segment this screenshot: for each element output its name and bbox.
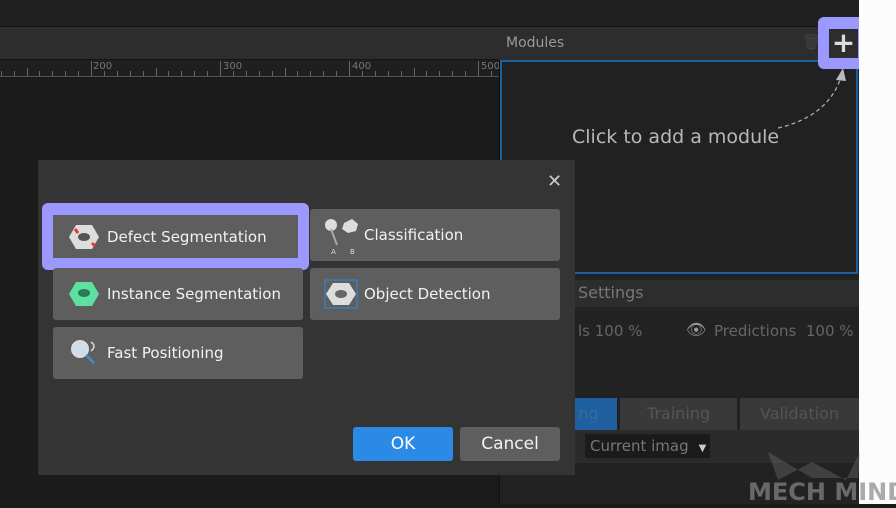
ruler-tick	[349, 61, 350, 76]
chevron-down-icon: ▼	[698, 443, 707, 454]
ok-button[interactable]: OK	[353, 427, 453, 461]
green-nut-icon	[65, 275, 103, 313]
ruler-tick	[374, 71, 376, 76]
close-icon[interactable]: ✕	[547, 171, 562, 192]
ruler-tick	[310, 71, 312, 76]
ruler-tick	[258, 71, 260, 76]
ruler-tick	[26, 68, 28, 76]
ruler-label: 200	[93, 61, 113, 72]
svg-text:B: B	[350, 248, 355, 255]
tab-validation[interactable]: Validation	[740, 398, 859, 430]
ruler-tick	[129, 71, 131, 76]
ruler: 200 300 400 500	[0, 60, 500, 77]
ruler-tick	[232, 71, 234, 76]
ruler-tick	[116, 71, 118, 76]
mech-mind-logo: MECH MIND	[748, 448, 896, 506]
cancel-button[interactable]: Cancel	[460, 427, 560, 461]
module-object-detection[interactable]: Object Detection	[310, 268, 560, 320]
magnifier-icon	[65, 334, 103, 372]
module-label: Fast Positioning	[107, 344, 224, 362]
predictions-value: 100 %	[805, 322, 854, 340]
ruler-tick	[361, 71, 363, 76]
ruler-tick	[271, 71, 273, 76]
ruler-tick	[78, 71, 80, 76]
ruler-tick	[323, 71, 325, 76]
add-module-hint: Click to add a module	[572, 126, 780, 148]
top-bar	[0, 0, 859, 27]
modules-title: Modules	[506, 35, 565, 51]
ruler-tick	[13, 71, 15, 76]
defect-nut-icon	[65, 218, 103, 256]
image-scope-dropdown[interactable]: Current imag ▼	[585, 434, 710, 458]
ruler-tick	[336, 71, 338, 76]
canvas-header	[0, 27, 499, 60]
module-label: Instance Segmentation	[107, 285, 281, 303]
eye-icon[interactable]: 👁	[686, 320, 706, 339]
ruler-tick	[168, 71, 170, 76]
module-defect-segmentation[interactable]: Defect Segmentation	[53, 215, 298, 258]
ruler-tick	[142, 71, 144, 76]
ruler-tick	[65, 71, 67, 76]
settings-title: Settings	[578, 283, 644, 302]
ruler-tick	[284, 68, 286, 76]
ruler-tick	[220, 61, 221, 76]
module-instance-segmentation[interactable]: Instance Segmentation	[53, 268, 303, 320]
module-label: Classification	[364, 226, 464, 244]
predictions-label: Predictions	[714, 322, 797, 340]
module-classification[interactable]: AB Classification	[310, 209, 560, 261]
ruler-tick	[297, 71, 299, 76]
dashed-arrow-icon	[777, 68, 846, 129]
ruler-tick	[452, 71, 454, 76]
ruler-tick	[181, 71, 183, 76]
svg-text:A: A	[331, 248, 336, 255]
ruler-tick	[52, 71, 54, 76]
module-label: Defect Segmentation	[107, 227, 267, 246]
ruler-tick	[155, 68, 157, 76]
ruler-tick	[478, 61, 479, 76]
predictions-opacity: Predictions 100 %	[714, 322, 854, 340]
detection-nut-icon	[322, 275, 360, 313]
window-edge	[859, 0, 896, 504]
ruler-tick	[387, 71, 389, 76]
ruler-tick	[413, 68, 415, 76]
ruler-tick	[426, 71, 428, 76]
ruler-tick	[91, 61, 92, 76]
ruler-tick	[0, 71, 2, 76]
module-fast-positioning[interactable]: Fast Positioning	[53, 327, 303, 379]
module-label: Object Detection	[364, 285, 491, 303]
ruler-tick	[103, 71, 105, 76]
svg-text:MECH MIND: MECH MIND	[748, 478, 896, 504]
plus-icon[interactable]: +	[829, 29, 858, 58]
ruler-tick	[194, 71, 196, 76]
ruler-tick	[490, 71, 492, 76]
ruler-tick	[245, 71, 247, 76]
dropdown-value: Current imag	[590, 437, 689, 455]
classification-icon: AB	[322, 216, 360, 255]
ruler-tick	[439, 71, 441, 76]
labels-opacity: ls 100 %	[578, 322, 643, 340]
ruler-tick	[39, 71, 41, 76]
tab-training[interactable]: Training	[620, 398, 737, 430]
ruler-tick	[465, 71, 467, 76]
trash-icon[interactable]: 🗑	[802, 33, 821, 51]
ruler-tick	[400, 71, 402, 76]
ruler-tick	[207, 71, 209, 76]
